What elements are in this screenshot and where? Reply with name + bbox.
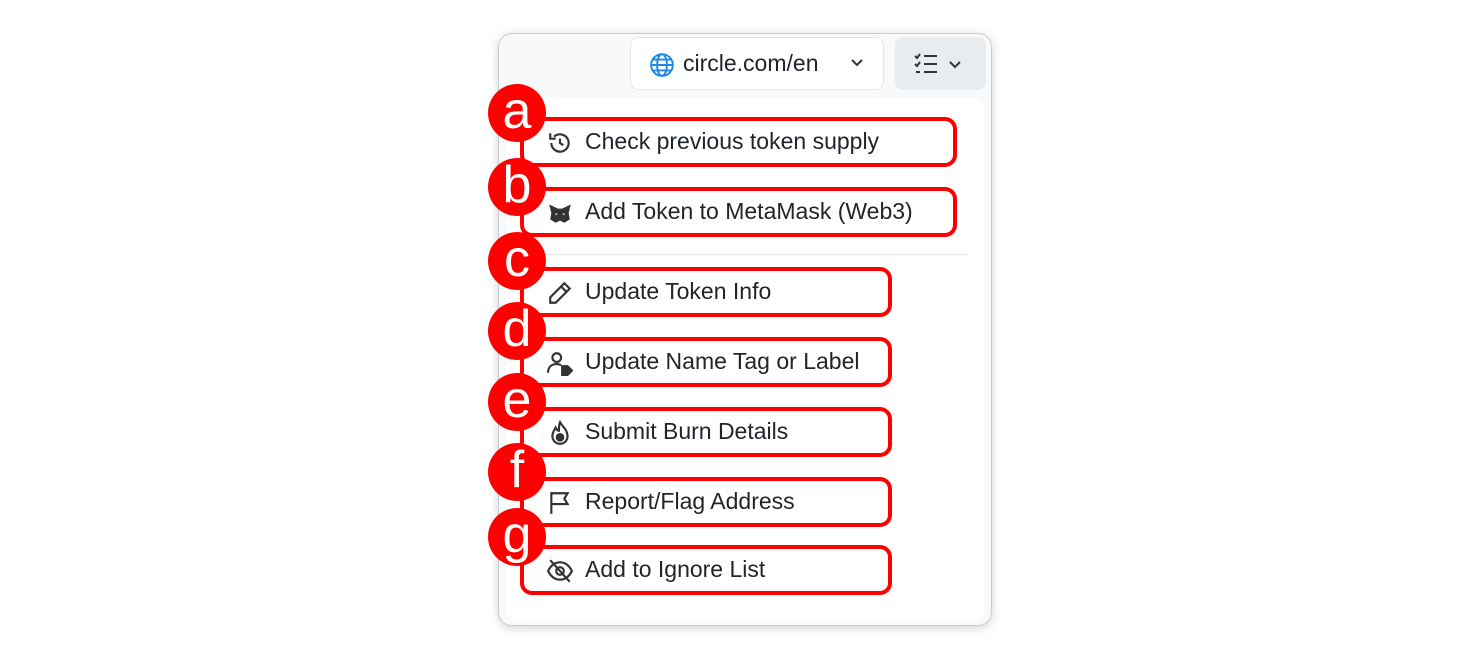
menu-item-label: Update Name Tag or Label [585, 348, 860, 374]
menu-item-check-previous-token-supply[interactable]: Check previous token supply [520, 117, 957, 167]
annotation-badge-e: e [488, 373, 546, 431]
user-tag-icon [547, 352, 573, 376]
eye-slash-icon [547, 559, 573, 583]
url-selector-label: circle.com/en [683, 50, 819, 76]
more-options-button[interactable] [895, 37, 986, 90]
menu-item-report-flag-address[interactable]: Report/Flag Address [520, 477, 892, 527]
menu-item-update-name-tag[interactable]: Update Name Tag or Label [520, 337, 892, 387]
history-icon [549, 133, 570, 153]
annotation-badge-d: d [488, 302, 546, 360]
fire-icon [551, 420, 569, 445]
menu-item-label: Submit Burn Details [585, 418, 789, 444]
annotation-badge-a: a [488, 84, 546, 142]
annotation-badge-g: g [488, 508, 546, 566]
url-selector-button[interactable]: circle.com/en [630, 37, 884, 90]
annotation-badge-f: f [488, 443, 546, 501]
menu-item-label: Add Token to MetaMask (Web3) [585, 198, 913, 224]
menu-item-label: Add to Ignore List [585, 556, 766, 582]
metamask-fox-icon [549, 204, 571, 223]
list-check-icon [914, 53, 937, 73]
annotation-badge-b: b [488, 158, 546, 216]
menu-divider [523, 254, 968, 255]
globe-icon [650, 53, 674, 77]
flag-icon [550, 492, 570, 514]
menu-item-add-token-to-metamask[interactable]: Add Token to MetaMask (Web3) [520, 187, 957, 237]
menu-item-label: Report/Flag Address [585, 488, 795, 514]
menu-item-label: Check previous token supply [585, 128, 880, 154]
menu-item-update-token-info[interactable]: Update Token Info [520, 267, 892, 317]
pencil-icon [549, 281, 572, 304]
menu-item-add-to-ignore-list[interactable]: Add to Ignore List [520, 545, 892, 595]
chevron-down-icon [949, 61, 961, 69]
annotation-badge-c: c [488, 232, 546, 290]
chevron-down-icon [851, 59, 863, 67]
menu-item-label: Update Token Info [585, 278, 772, 304]
menu-item-submit-burn-details[interactable]: Submit Burn Details [520, 407, 892, 457]
